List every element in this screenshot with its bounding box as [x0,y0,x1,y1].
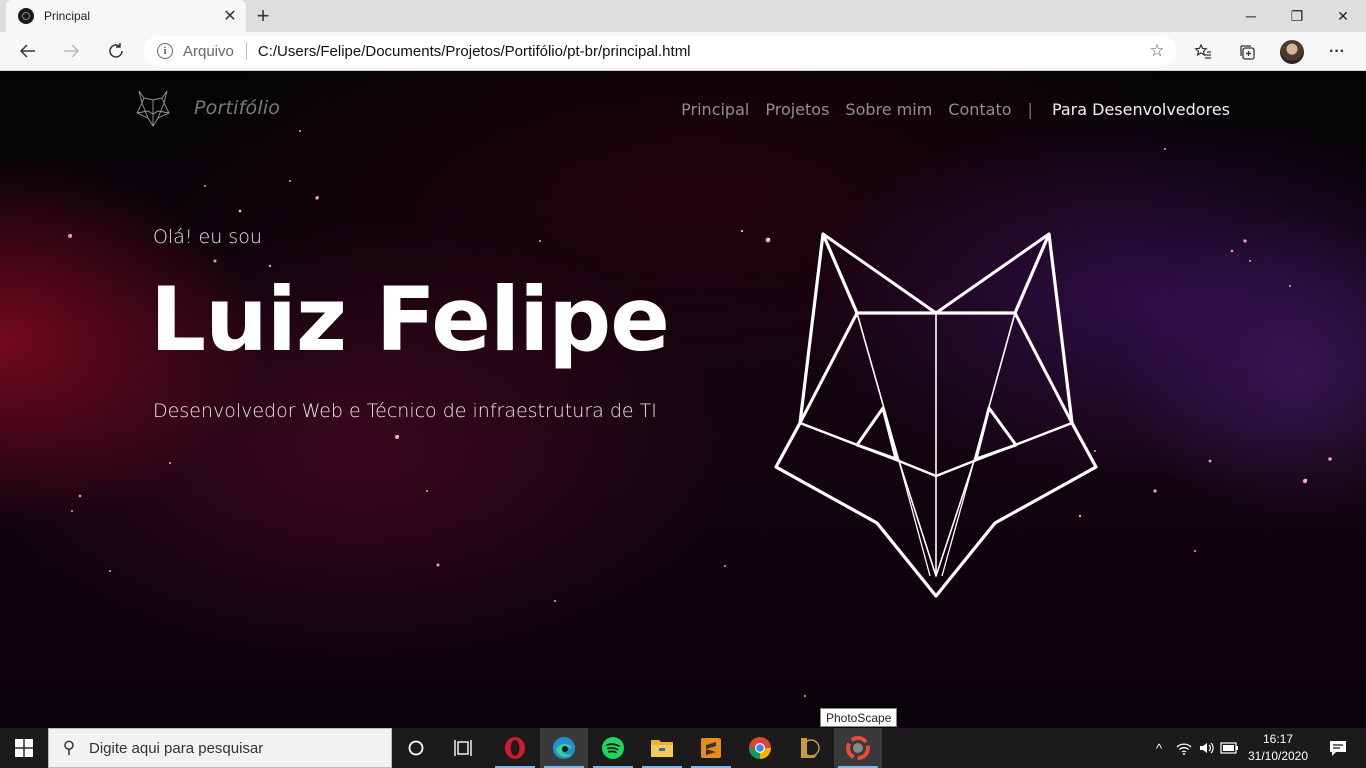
star-icon[interactable]: ☆ [1142,41,1172,61]
more-menu-button[interactable]: ··· [1323,38,1351,66]
nav-divider: | [1027,100,1033,119]
photoscape-taskbar-button[interactable] [834,728,882,768]
windows-logo-icon [15,739,33,757]
back-button[interactable] [12,35,44,67]
tab-title: Principal [44,9,91,23]
clock-date: 31/10/2020 [1247,749,1309,763]
portfolio-page: Portifólio Principal Projetos Sobre mim … [0,71,1366,728]
task-view-icon [454,740,472,756]
window-minimize-button[interactable]: ─ [1228,0,1274,32]
collections-icon[interactable] [1233,38,1261,66]
edge-icon [553,737,575,759]
action-center-button[interactable] [1318,728,1358,768]
spotify-icon [602,737,624,759]
address-bar[interactable]: i Arquivo C:/Users/Felipe/Documents/Proj… [144,36,1176,66]
window-restore-button[interactable]: ❐ [1274,0,1320,32]
taskbar-tooltip: PhotoScape [820,708,898,727]
league-of-legends-icon [801,738,820,758]
battery-icon[interactable] [1218,728,1242,768]
taskbar-clock[interactable]: 16:17 31/10/2020 [1240,731,1316,765]
league-of-legends-taskbar-button[interactable] [785,728,833,768]
new-tab-button[interactable]: + [250,3,276,29]
address-separator [245,42,247,60]
address-scheme-label: Arquivo [183,42,234,60]
nav-link-projetos[interactable]: Projetos [765,100,829,119]
fox-illustration [774,232,1098,598]
network-icon[interactable] [1172,728,1196,768]
taskbar-search-box[interactable]: ⚲ Digite aqui para pesquisar [48,728,392,768]
hero-name: Luiz Felipe [150,268,670,371]
chrome-taskbar-button[interactable] [736,728,784,768]
nav-link-para-desenvolvedores[interactable]: Para Desenvolvedores [1052,100,1230,119]
chrome-icon [749,737,771,759]
forward-arrow-icon [64,44,80,58]
window-close-button[interactable]: ✕ [1320,0,1366,32]
cortana-button[interactable] [392,728,440,768]
cortana-icon [408,740,424,756]
notification-icon [1330,741,1346,756]
clock-time: 16:17 [1262,732,1294,746]
file-explorer-icon [651,740,673,757]
site-logo-text[interactable]: Portifólio [194,97,280,119]
profile-avatar-button[interactable] [1278,38,1306,66]
address-url[interactable]: C:/Users/Felipe/Documents/Projetos/Porti… [258,43,1142,60]
avatar [1280,40,1304,64]
search-placeholder: Digite aqui para pesquisar [89,739,264,757]
file-explorer-taskbar-button[interactable] [638,728,686,768]
refresh-icon [109,43,123,58]
task-view-button[interactable] [440,728,488,768]
nav-link-contato[interactable]: Contato [948,100,1011,119]
back-arrow-icon [19,44,35,58]
site-menu: Principal Projetos Sobre mim Contato | P… [665,100,1230,119]
fox-logo-icon[interactable] [136,89,170,127]
nav-link-principal[interactable]: Principal [681,100,749,119]
start-button[interactable] [0,728,48,768]
sublime-text-taskbar-button[interactable] [687,728,735,768]
browser-tab-principal[interactable]: Principal ✕ [6,0,246,32]
hero-role: Desenvolvedor Web e Técnico de infraestr… [153,400,657,422]
sublime-text-icon [701,738,721,758]
tray-overflow-chevron-icon[interactable]: ^ [1148,728,1170,768]
spotify-taskbar-button[interactable] [589,728,637,768]
site-info-icon[interactable]: i [157,43,173,59]
opera-icon [505,737,525,759]
site-navbar: Portifólio Principal Projetos Sobre mim … [0,71,1366,147]
volume-icon[interactable] [1196,728,1218,768]
hero-greeting: Olá! eu sou [153,226,262,248]
tab-close-button[interactable]: ✕ [218,4,242,28]
windows-taskbar: ⚲ Digite aqui para pesquisar ^ 16:17 31/… [0,728,1366,768]
search-icon: ⚲ [62,738,76,757]
site-favicon-icon [18,8,34,24]
photoscape-icon [846,736,870,760]
favorites-icon[interactable] [1189,38,1217,66]
edge-taskbar-button[interactable] [540,728,588,768]
nav-link-sobre-mim[interactable]: Sobre mim [845,100,932,119]
forward-button[interactable] [55,35,87,67]
browser-toolbar: i Arquivo C:/Users/Felipe/Documents/Proj… [0,32,1366,71]
refresh-button[interactable] [100,35,132,67]
browser-tab-bar: Principal ✕ + ─ ❐ ✕ [0,0,1366,32]
opera-taskbar-button[interactable] [491,728,539,768]
